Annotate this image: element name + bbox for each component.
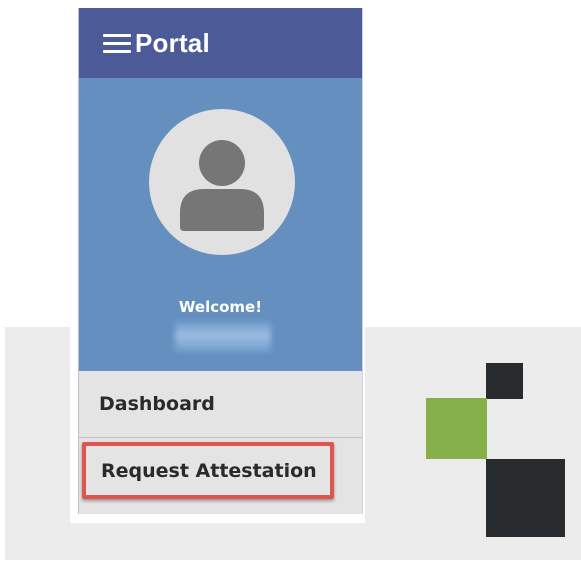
profile-section: Welcome! [79, 78, 362, 371]
nav-item-label: Dashboard [99, 393, 215, 415]
nav-item-request-attestation[interactable]: Request Attestation [79, 438, 362, 514]
welcome-text: Welcome! [178, 298, 263, 316]
portal-title: Portal [135, 27, 210, 58]
portal-panel: Portal Welcome! Dashboard Request Attest… [70, 0, 365, 523]
nav-item-dashboard[interactable]: Dashboard [79, 371, 362, 438]
portal-sidebar: Portal Welcome! Dashboard Request Attest… [78, 8, 363, 514]
user-name-redacted [175, 322, 271, 352]
portal-header: Portal [79, 8, 362, 78]
logo-square-top [486, 363, 523, 399]
user-avatar-icon [149, 109, 295, 255]
logo-square-green [426, 398, 487, 459]
hamburger-menu-icon[interactable] [103, 31, 131, 55]
highlight-box: Request Attestation [82, 442, 334, 499]
nav-item-label: Request Attestation [101, 459, 317, 482]
logo-square-large [486, 459, 565, 537]
